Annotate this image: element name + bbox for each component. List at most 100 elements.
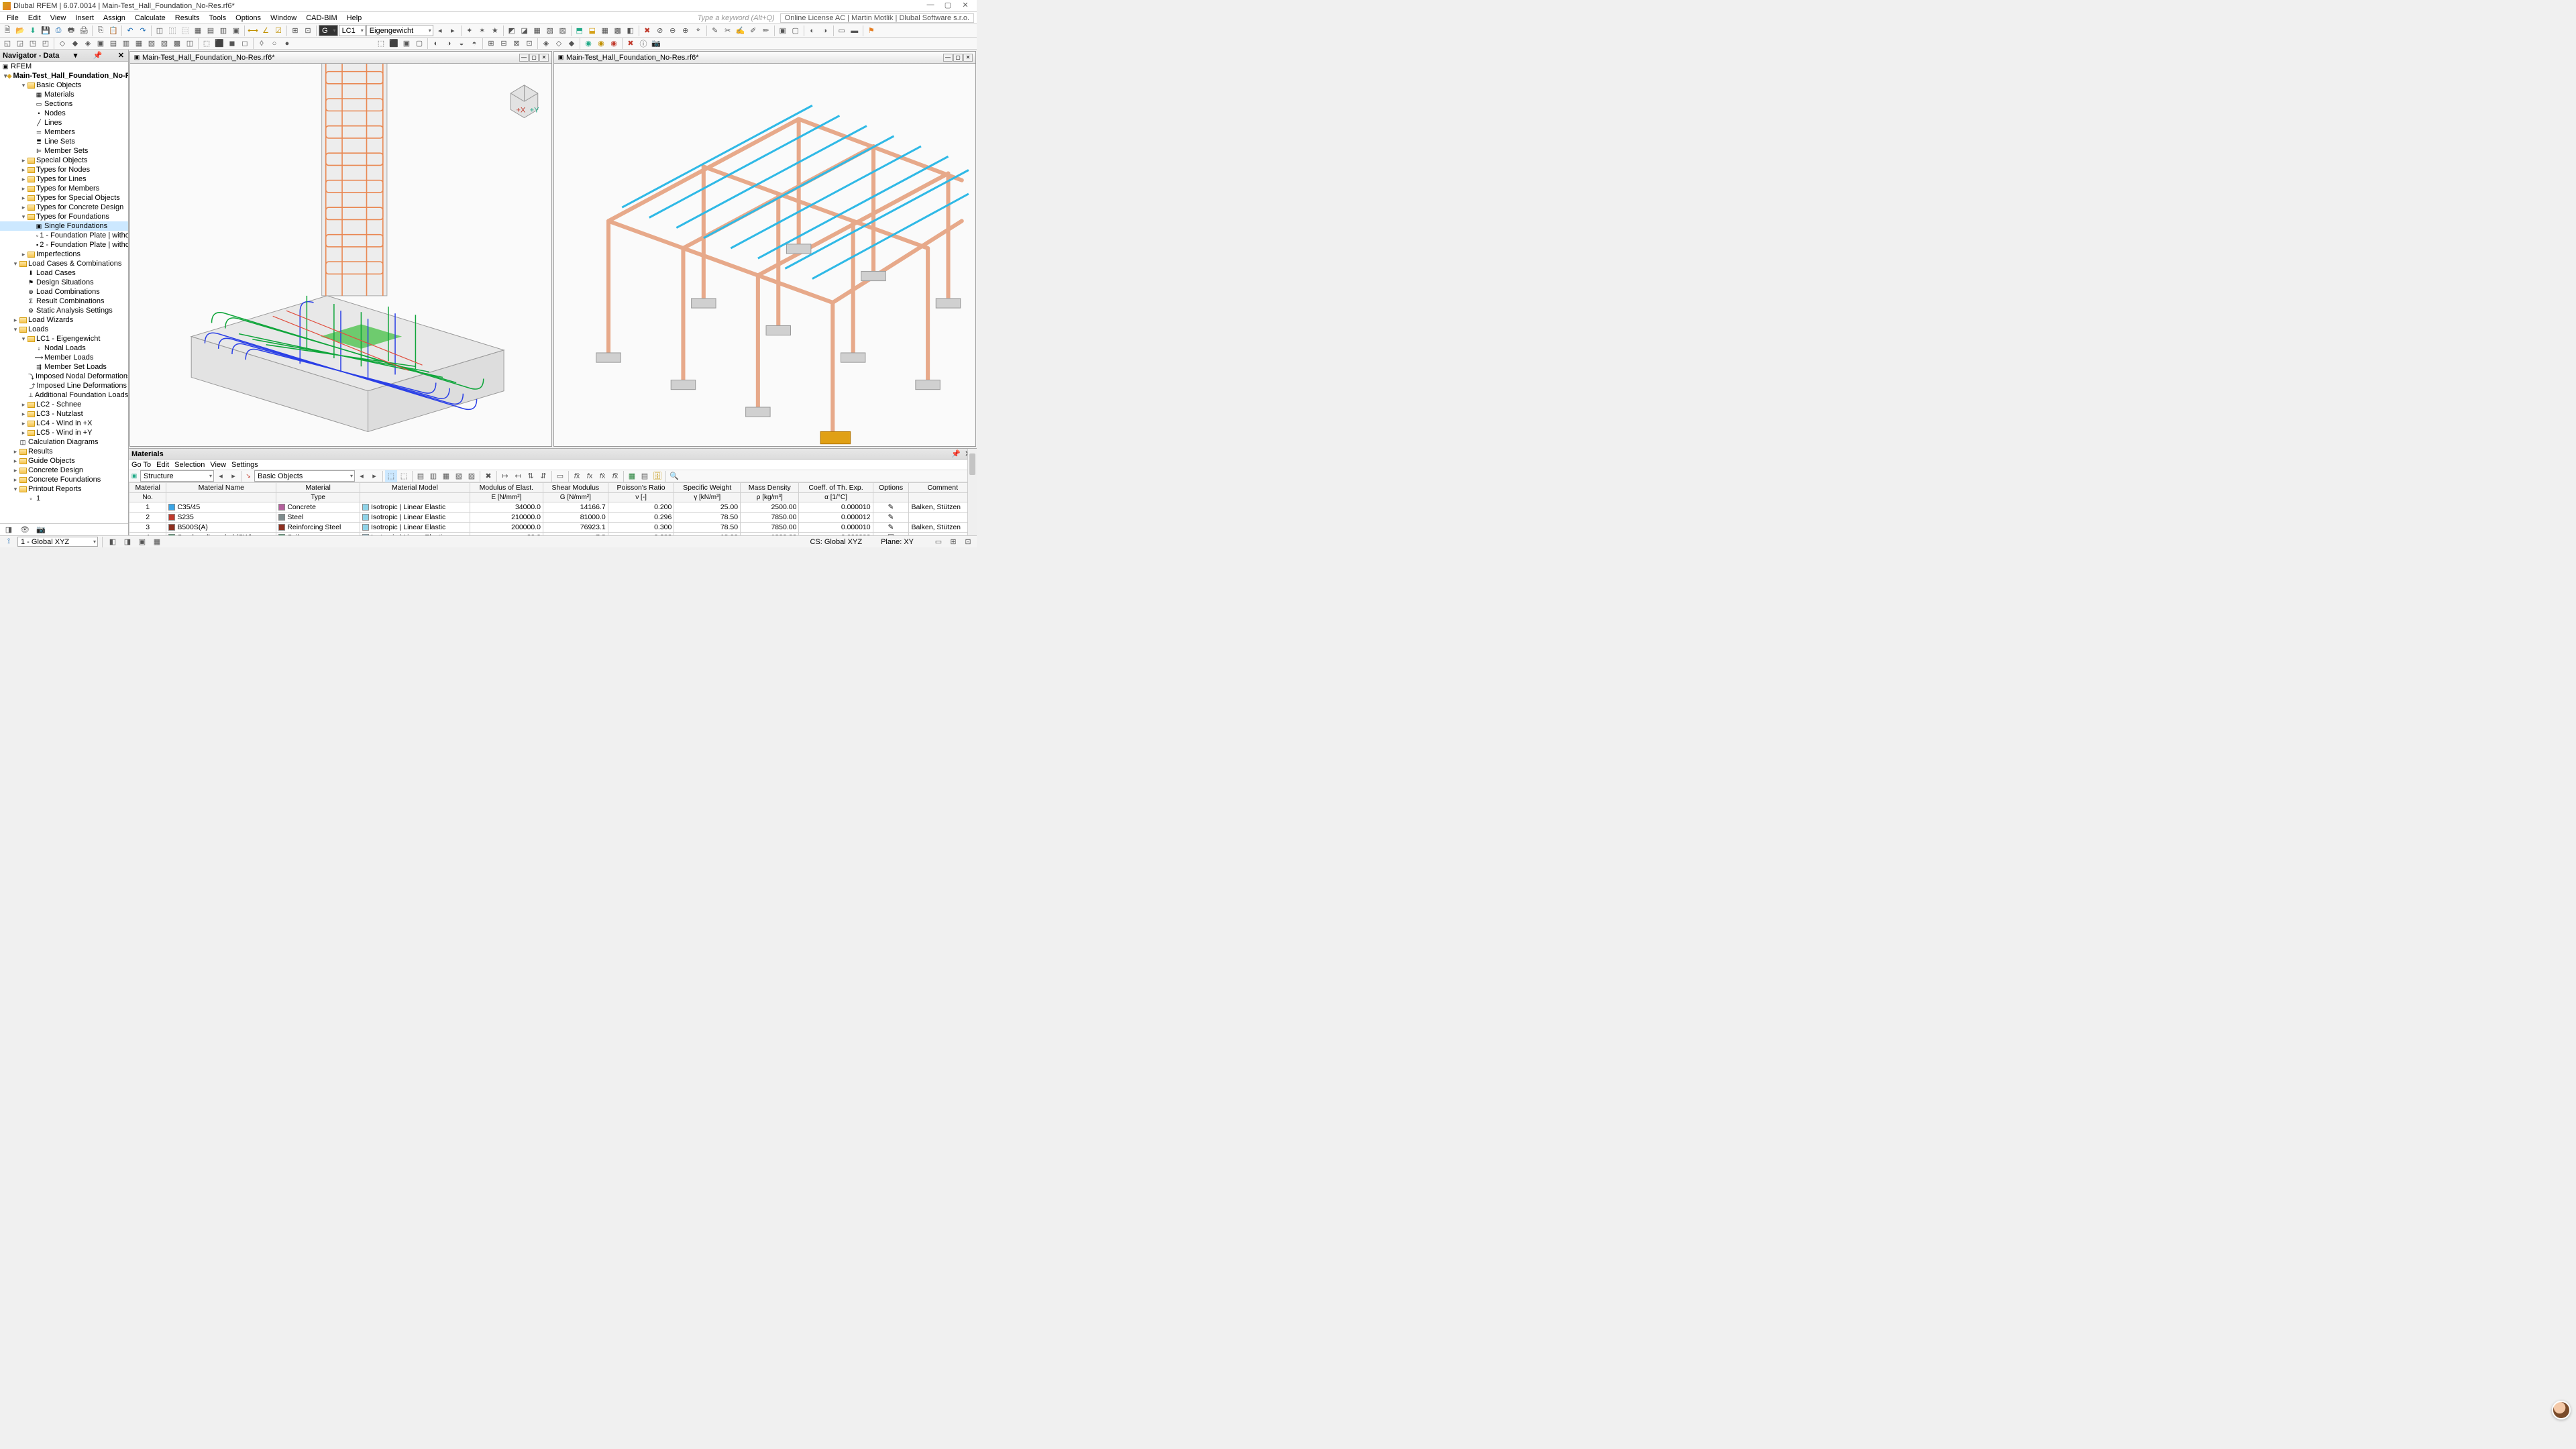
- bp-search-icon[interactable]: 🔍: [668, 470, 680, 482]
- tree-item[interactable]: ⚑Design Situations: [0, 278, 128, 287]
- win3-icon[interactable]: ⿳: [179, 25, 191, 37]
- sel2-icon[interactable]: ⬛: [388, 38, 400, 50]
- table-row[interactable]: 1C35/45ConcreteIsotropic | Linear Elasti…: [129, 502, 977, 513]
- d4-icon[interactable]: ⊕: [680, 25, 692, 37]
- sel10-icon[interactable]: ⊟: [498, 38, 510, 50]
- tree-item[interactable]: ⇶Member Set Loads: [0, 362, 128, 372]
- menu-options[interactable]: Options: [231, 14, 265, 22]
- vw1-icon[interactable]: ◇: [56, 38, 68, 50]
- cam-icon[interactable]: 📷: [650, 38, 662, 50]
- h1-icon[interactable]: ▭: [836, 25, 848, 37]
- tree-file[interactable]: ▾ ◈ Main-Test_Hall_Foundation_No-Res.rf6: [0, 71, 128, 80]
- v1-icon[interactable]: ◱: [1, 38, 13, 50]
- tree-item[interactable]: ⚙Static Analysis Settings: [0, 306, 128, 315]
- print-preview-icon[interactable]: 🖨: [78, 25, 90, 37]
- sel8-icon[interactable]: ◓: [468, 38, 480, 50]
- bp-del-icon[interactable]: ✖: [482, 470, 494, 482]
- v2-icon[interactable]: ◲: [14, 38, 26, 50]
- tree-item[interactable]: ▸Types for Nodes: [0, 165, 128, 174]
- tree-item[interactable]: ▸LC3 - Nutzlast: [0, 409, 128, 419]
- tree-item[interactable]: ▸Results: [0, 447, 128, 456]
- bp-sel[interactable]: Selection: [174, 461, 205, 469]
- grp3-icon[interactable]: ◉: [608, 38, 620, 50]
- tree-root[interactable]: ▣ RFEM: [0, 62, 128, 71]
- sel6-icon[interactable]: ◑: [443, 38, 455, 50]
- lc-next-icon[interactable]: ▸: [447, 25, 459, 37]
- bp-t3-icon[interactable]: ▤: [415, 470, 427, 482]
- new-icon[interactable]: 🗎: [1, 25, 13, 37]
- nav-tab-3-icon[interactable]: 📷: [35, 524, 47, 536]
- v3-icon[interactable]: ◳: [27, 38, 39, 50]
- tree-item[interactable]: ▸Types for Special Objects: [0, 193, 128, 203]
- tree-item[interactable]: ⤴Imposed Line Deformations: [0, 381, 128, 390]
- win6-icon[interactable]: ▥: [217, 25, 229, 37]
- a2-icon[interactable]: ✶: [476, 25, 488, 37]
- tree-item[interactable]: ↓Nodal Loads: [0, 343, 128, 353]
- vw13-icon[interactable]: ⬛: [213, 38, 225, 50]
- bp-db-icon[interactable]: 🗄: [651, 470, 663, 482]
- b3-icon[interactable]: ▦: [531, 25, 543, 37]
- view2-canvas[interactable]: [554, 64, 975, 446]
- bp-t11-icon[interactable]: ⇵: [537, 470, 549, 482]
- bp-next1-icon[interactable]: ▸: [227, 470, 239, 482]
- bp-settings[interactable]: Settings: [231, 461, 258, 469]
- c1-icon[interactable]: ⬒: [574, 25, 586, 37]
- view1-min-icon[interactable]: —: [519, 54, 529, 62]
- keyword-search[interactable]: Type a keyword (Alt+Q): [698, 14, 779, 22]
- bp-t9-icon[interactable]: ↤: [512, 470, 524, 482]
- bp-t1-icon[interactable]: ⬚: [385, 470, 397, 482]
- tree-item[interactable]: ⬇Load Cases: [0, 268, 128, 278]
- bp-fx3-icon[interactable]: fẋ: [596, 470, 608, 482]
- paste-icon[interactable]: 📋: [107, 25, 119, 37]
- win7-icon[interactable]: ▣: [230, 25, 242, 37]
- h2-icon[interactable]: ▬: [849, 25, 861, 37]
- vw16-icon[interactable]: ◊: [256, 38, 268, 50]
- view2-title[interactable]: Main-Test_Hall_Foundation_No-Res.rf6*: [566, 54, 698, 62]
- s7-icon[interactable]: ⊡: [962, 536, 974, 548]
- bp-t7-icon[interactable]: ▨: [466, 470, 478, 482]
- tree-item[interactable]: ╱Lines: [0, 118, 128, 127]
- support-avatar-icon[interactable]: [2552, 1401, 2571, 1419]
- lc-color-swatch[interactable]: G: [319, 25, 338, 36]
- save-icon[interactable]: 💾: [40, 25, 52, 37]
- bp-combo-structure[interactable]: Structure: [140, 470, 214, 482]
- tree-item[interactable]: ▾Load Cases & Combinations: [0, 259, 128, 268]
- status-axis-icon[interactable]: ⟟: [3, 536, 15, 548]
- g2-icon[interactable]: ◑: [819, 25, 831, 37]
- c5-icon[interactable]: ◧: [625, 25, 637, 37]
- sel7-icon[interactable]: ◒: [455, 38, 468, 50]
- print-icon[interactable]: 🖶: [65, 25, 77, 37]
- tree-item[interactable]: ▫1: [0, 494, 128, 503]
- win5-icon[interactable]: ▤: [205, 25, 217, 37]
- win2-icon[interactable]: ⿲: [166, 25, 178, 37]
- tree-item[interactable]: ▾Types for Foundations: [0, 212, 128, 221]
- bp-t10-icon[interactable]: ⇅: [525, 470, 537, 482]
- materials-table[interactable]: MaterialMaterial NameMaterialMaterial Mo…: [129, 482, 977, 535]
- menu-edit[interactable]: Edit: [24, 14, 45, 22]
- view1-title[interactable]: Main-Test_Hall_Foundation_No-Res.rf6*: [142, 54, 274, 62]
- bp-fx1-icon[interactable]: fx̄: [571, 470, 583, 482]
- navigator-pin2-icon[interactable]: 📌: [92, 51, 104, 60]
- fx1-icon[interactable]: ⊞: [289, 25, 301, 37]
- b4-icon[interactable]: ▧: [544, 25, 556, 37]
- view2-max-icon[interactable]: ▢: [953, 54, 963, 62]
- view1-close-icon[interactable]: ✕: [539, 54, 549, 62]
- tree-item[interactable]: ▸Concrete Foundations: [0, 475, 128, 484]
- tree-item[interactable]: ▦Materials: [0, 90, 128, 99]
- tree-item[interactable]: ▸Load Wizards: [0, 315, 128, 325]
- tree-item[interactable]: ▸Guide Objects: [0, 456, 128, 466]
- vw5-icon[interactable]: ▤: [107, 38, 119, 50]
- dim-icon[interactable]: ⟷: [247, 25, 259, 37]
- open-icon[interactable]: 📂: [14, 25, 26, 37]
- tree-item[interactable]: ⊕Load Combinations: [0, 287, 128, 297]
- vw17-icon[interactable]: ○: [268, 38, 280, 50]
- bp-prev1-icon[interactable]: ◂: [215, 470, 227, 482]
- tree-item[interactable]: ▣Single Foundations: [0, 221, 128, 231]
- win4-icon[interactable]: ▦: [192, 25, 204, 37]
- tree-item[interactable]: •Nodes: [0, 109, 128, 118]
- tree-item[interactable]: ▸Types for Members: [0, 184, 128, 193]
- menu-file[interactable]: File: [3, 14, 23, 22]
- menu-cadbim[interactable]: CAD-BIM: [302, 14, 341, 22]
- menu-tools[interactable]: Tools: [205, 14, 230, 22]
- vw18-icon[interactable]: ●: [281, 38, 293, 50]
